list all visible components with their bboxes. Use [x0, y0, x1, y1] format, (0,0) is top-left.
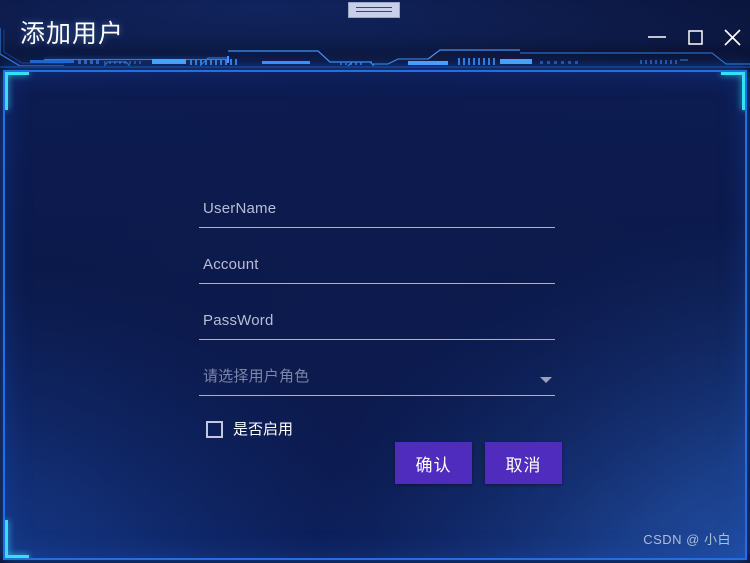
drag-handle-line-2: [356, 11, 392, 12]
page-title: 添加用户: [20, 20, 125, 48]
minimize-button[interactable]: [644, 25, 670, 49]
corner-accent-bottom-left: [5, 520, 29, 558]
password-input-text: PassWord: [203, 312, 274, 329]
account-input-text: Account: [203, 256, 259, 273]
user-role-select[interactable]: 请选择用户角色: [199, 340, 555, 396]
close-button[interactable]: [720, 25, 746, 49]
title-bar[interactable]: 添加用户: [0, 0, 750, 66]
username-input-text: UserName: [203, 200, 277, 217]
window-drag-handle[interactable]: [348, 2, 400, 18]
drag-handle-line-1: [356, 7, 392, 8]
corner-accent-top-left: [5, 72, 29, 110]
chevron-down-icon: [540, 377, 552, 383]
user-role-underline: [199, 395, 555, 396]
close-icon: [724, 29, 741, 46]
minimize-icon: [648, 36, 666, 38]
account-field[interactable]: Account: [199, 228, 555, 284]
cancel-button[interactable]: 取消: [485, 442, 562, 484]
watermark: CSDN @ 小白: [643, 532, 731, 547]
header-rule-decoration: [44, 59, 229, 60]
add-user-form: UserName Account PassWord 请选择用户角色 是否启用: [199, 172, 555, 444]
maximize-icon: [688, 30, 703, 45]
dialog-button-row: 确认 取消: [199, 442, 562, 484]
header-rule-cap-decoration: [227, 56, 229, 63]
enable-checkbox-row[interactable]: 是否启用: [199, 420, 555, 444]
password-field[interactable]: PassWord: [199, 284, 555, 340]
user-role-placeholder: 请选择用户角色: [203, 368, 310, 385]
maximize-button[interactable]: [682, 25, 708, 49]
username-field[interactable]: UserName: [199, 172, 555, 228]
add-user-dialog: 添加用户 UserName Account PassWord 请选择用户角色 是…: [0, 0, 750, 563]
enable-checkbox[interactable]: [206, 421, 223, 438]
enable-checkbox-label: 是否启用: [233, 421, 294, 438]
confirm-button[interactable]: 确认: [395, 442, 472, 484]
corner-accent-top-right: [721, 72, 745, 110]
dialog-content-panel: UserName Account PassWord 请选择用户角色 是否启用 确…: [3, 70, 747, 560]
